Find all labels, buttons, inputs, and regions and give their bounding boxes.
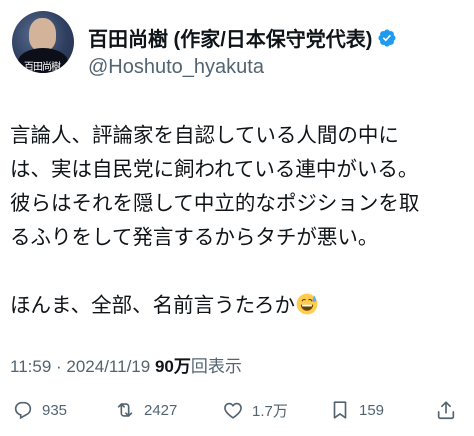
- tweet-line-final: ほんま、全部、名前言うたろか: [10, 289, 468, 323]
- meta-separator: ·: [51, 357, 67, 376]
- tweet-line: 彼らはそれを隠して中立的なポジションを取: [10, 192, 420, 215]
- tweet-time[interactable]: 11:59: [10, 357, 51, 376]
- tweet-line: るふりをして発言するからタチが悪い。: [10, 226, 379, 249]
- reply-button[interactable]: 935: [12, 395, 67, 425]
- tweet-last-line-text: ほんま、全部、名前言うたろか: [10, 294, 295, 317]
- bookmark-button[interactable]: 159: [329, 395, 384, 425]
- author-handle[interactable]: @Hoshuto_hyakuta: [88, 56, 264, 79]
- like-count: 1.7万: [252, 402, 288, 420]
- retweet-count: 2427: [144, 401, 178, 419]
- retweet-icon: [117, 403, 133, 417]
- author-name-row[interactable]: 百田尚樹 (作家/日本保守党代表): [88, 23, 397, 52]
- tweet-meta: 11:59 · 2024/11/19 90万回表示: [10, 352, 242, 377]
- tweet-text: 言論人、評論家を自認している人間の中に は、実は自民党に飼われている連中がいる。…: [10, 119, 468, 323]
- avatar-signature: 百田尚樹: [24, 62, 61, 73]
- tweet-date[interactable]: 2024/11/19: [66, 357, 150, 376]
- bookmark-count: 159: [359, 401, 385, 419]
- tweet-line: は、実は自民党に飼われている連中がいる。: [10, 158, 419, 181]
- bookmark-icon: [333, 401, 347, 419]
- like-button[interactable]: 1.7万: [222, 395, 288, 425]
- grinning-sweat-emoji: [296, 293, 318, 315]
- avatar[interactable]: 百田尚樹: [12, 11, 74, 73]
- action-bar: 935 2427 1.7万 159: [0, 395, 474, 425]
- share-icon: [437, 401, 455, 420]
- tweet-line: 言論人、評論家を自認している人間の中に: [10, 124, 399, 147]
- paragraph-break: [10, 255, 468, 289]
- retweet-button[interactable]: 2427: [114, 395, 177, 425]
- reply-count: 935: [42, 401, 68, 419]
- heart-icon: [224, 402, 242, 419]
- share-button[interactable]: [435, 395, 465, 425]
- reply-icon: [14, 401, 32, 420]
- avatar-face: [29, 18, 56, 51]
- view-label: 回表示: [190, 357, 242, 376]
- tweet-header: 百田尚樹 百田尚樹 (作家/日本保守党代表) @Hoshuto_hyakuta: [8, 9, 468, 87]
- view-count: 90万: [154, 357, 191, 376]
- verified-badge-icon: [378, 28, 396, 47]
- author-display-name[interactable]: 百田尚樹 (作家/日本保守党代表): [88, 23, 372, 52]
